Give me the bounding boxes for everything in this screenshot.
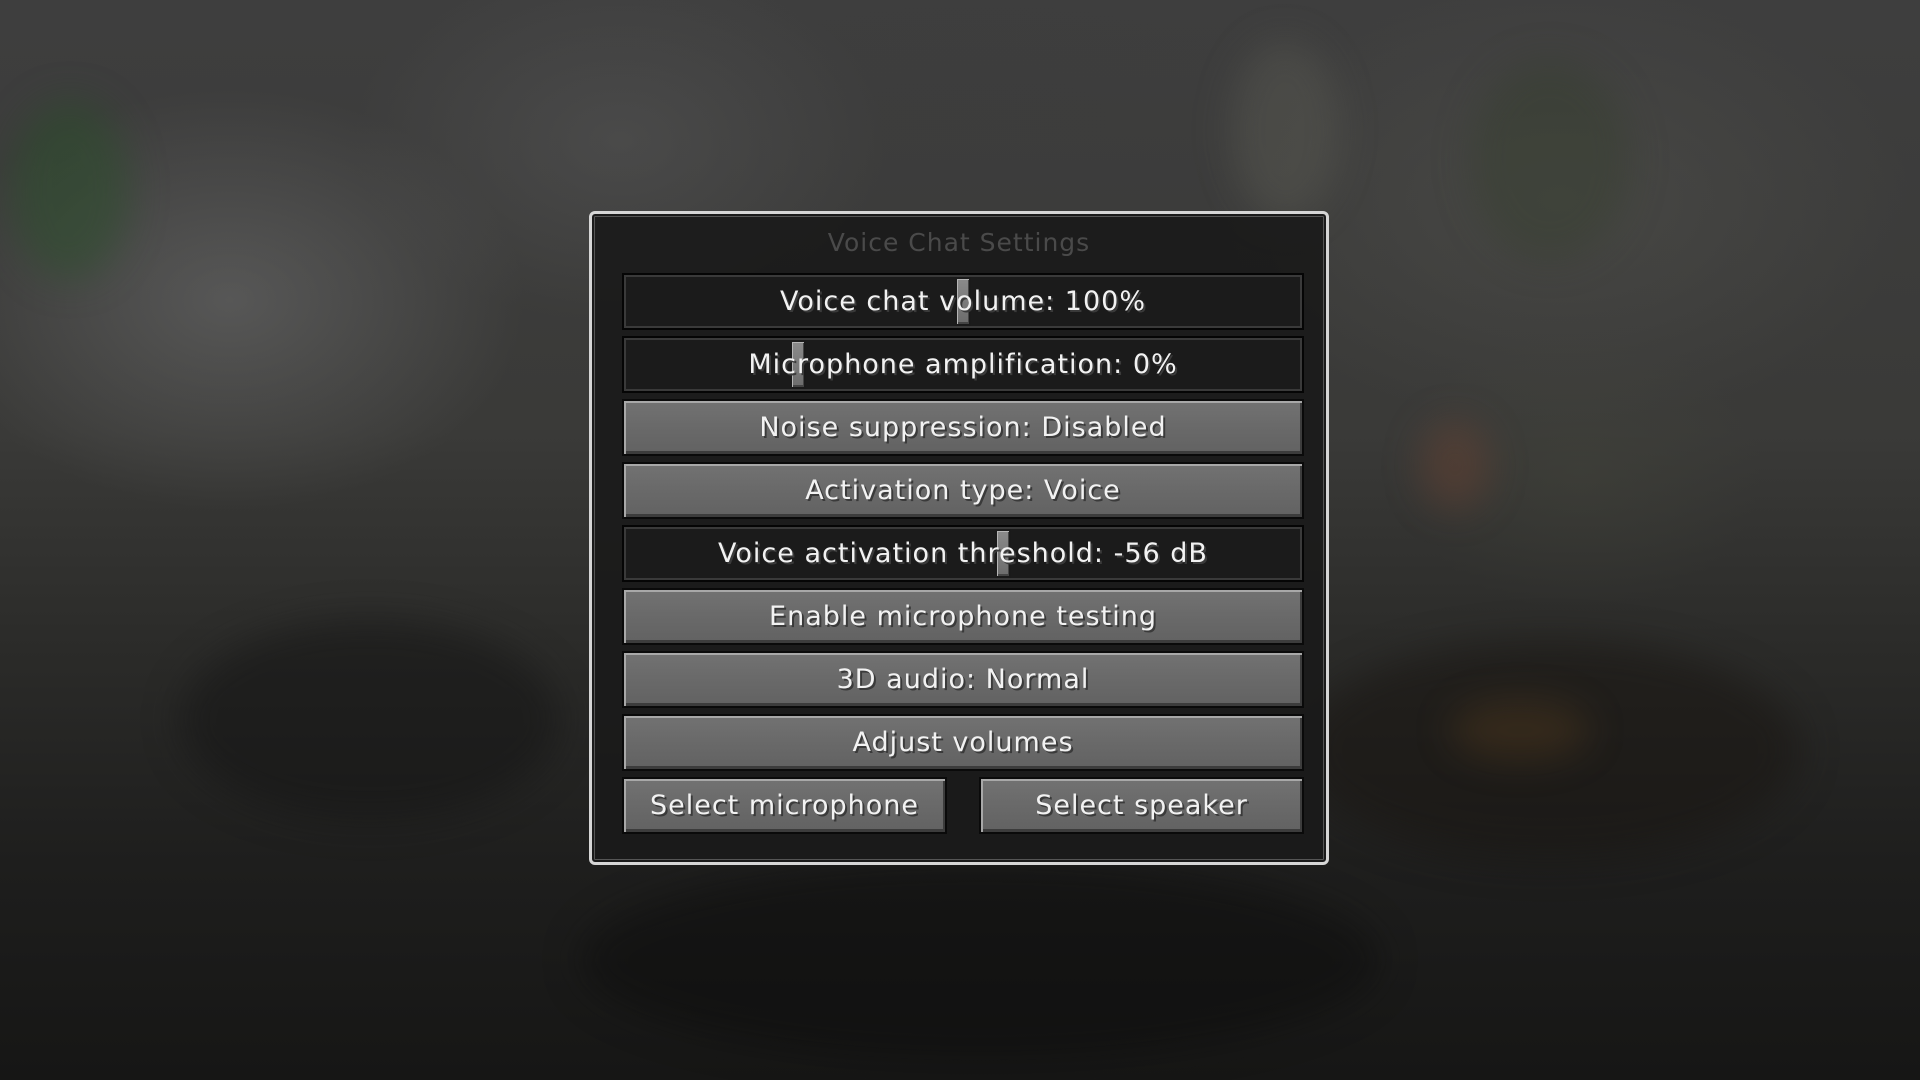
enable-microphone-testing-button[interactable]: Enable microphone testing: [622, 588, 1304, 645]
voice-chat-volume-slider[interactable]: Voice chat volume: 100%: [622, 273, 1304, 330]
adjust-volumes-button[interactable]: Adjust volumes: [622, 714, 1304, 771]
select-microphone-button[interactable]: Select microphone: [622, 777, 947, 834]
3d-audio-button[interactable]: 3D audio: Normal: [622, 651, 1304, 708]
activation-type-button[interactable]: Activation type: Voice: [622, 462, 1304, 519]
select-speaker-button[interactable]: Select speaker: [979, 777, 1304, 834]
button-label: 3D audio: Normal: [836, 664, 1090, 695]
backdrop-glow: [1420, 420, 1490, 510]
dialog-title: Voice Chat Settings: [827, 228, 1091, 257]
button-label: Noise suppression: Disabled: [759, 412, 1167, 443]
backdrop-glow: [1450, 700, 1590, 760]
slider-label: Voice chat volume: 100%: [780, 286, 1146, 317]
voice-chat-settings-dialog: Voice Chat Settings Voice chat volume: 1…: [589, 211, 1329, 865]
button-label: Enable microphone testing: [769, 601, 1157, 632]
backdrop-shadow: [580, 860, 1380, 1060]
noise-suppression-button[interactable]: Noise suppression: Disabled: [622, 399, 1304, 456]
slider-label: Microphone amplification: 0%: [748, 349, 1178, 380]
backdrop-foliage: [10, 100, 130, 280]
button-label: Select speaker: [1035, 790, 1248, 821]
button-label: Select microphone: [649, 790, 920, 821]
button-label: Activation type: Voice: [805, 475, 1121, 506]
button-label: Adjust volumes: [852, 727, 1074, 758]
voice-activation-threshold-slider[interactable]: Voice activation threshold: -56 dB: [622, 525, 1304, 582]
backdrop-light: [1230, 40, 1340, 220]
slider-label: Voice activation threshold: -56 dB: [718, 538, 1208, 569]
backdrop-foliage: [1470, 60, 1630, 260]
backdrop-shadow: [180, 620, 560, 820]
microphone-amplification-slider[interactable]: Microphone amplification: 0%: [622, 336, 1304, 393]
